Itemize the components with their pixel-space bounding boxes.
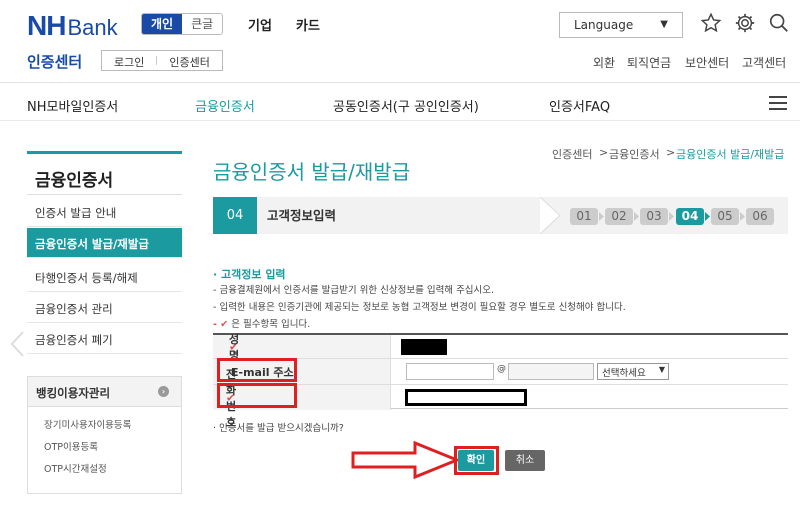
chevron-left-icon[interactable] [8,330,28,358]
issue-question: · 인증서를 발급 받으시겠습니까? [213,423,344,434]
box-link-dormant-register[interactable]: 장기미사용자이용등록 [28,415,181,437]
form-row-phone: ✔ 전화번호 [213,368,788,429]
segment-personal[interactable]: 개인 [142,14,183,34]
header-divider [0,82,800,83]
personal-largefont-toggle[interactable]: 개인 큰글 [141,13,224,35]
top-nav-corporate[interactable]: 기업 [248,15,272,34]
logo-nh-text: NH [27,10,66,41]
email-id-input[interactable] [406,363,494,380]
main-nav-cert-faq[interactable]: 인증서FAQ [549,96,610,115]
current-step-label: 고객정보입력 [267,208,337,223]
hamburger-menu-icon[interactable] [769,96,787,110]
email-domain-input[interactable] [508,363,594,380]
step-pill-04: 04 [676,208,704,225]
step-pill-02: 02 [605,208,633,225]
top-nav-card[interactable]: 카드 [296,15,320,34]
step-pill-06: 06 [746,208,774,225]
main-nav-joint-cert[interactable]: 공동인증서(구 공인인증서) [333,96,479,115]
step-pill-01: 01 [570,208,598,225]
step-pill-05: 05 [711,208,739,225]
left-menu-title: 금융인증서 [27,151,182,195]
required-note-text: 은 필수항목 입니다. [231,319,311,330]
phone-input[interactable] [408,392,524,403]
step-pill-03: 03 [640,208,668,225]
chevron-down-icon: ▼ [658,365,665,374]
language-select-value: Language [574,18,634,32]
breadcrumb-sep: > [599,146,609,159]
page-title: 금융인증서 발급/재발급 [213,160,411,184]
banking-user-box-title: 뱅킹이용자관리 [36,386,111,400]
cert-center-link[interactable]: 인증센터 [157,51,221,70]
left-menu-item-cert-revoke[interactable]: 금융인증서 폐기 [27,324,182,354]
nav-divider [0,120,800,121]
breadcrumb-sep: > [666,146,676,159]
box-link-otp-register[interactable]: OTP이용등록 [28,437,181,459]
required-check-icon: - ✔ [213,319,229,330]
logo-bank-text: Bank [67,15,118,40]
util-link-forex[interactable]: 외환 [593,54,615,71]
email-domain-select-value: 선택하세요 [602,368,646,379]
left-menu-item-other-bank-register[interactable]: 타행인증서 등록/해제 [27,262,182,292]
box-link-otp-time-reset[interactable]: OTP시간재설정 [28,459,181,481]
redacted-name-value [401,339,447,355]
chevron-right-icon [539,197,561,234]
chevron-down-icon: ▼ [660,19,668,30]
left-menu-item-issue-reissue[interactable]: 금융인증서 발급/재발급 [27,228,182,258]
red-arrow-icon [351,441,459,479]
section-title: · 고객정보 입력 [213,268,286,281]
nh-bank-logo[interactable]: NH Bank [27,10,118,42]
login-link[interactable]: 로그인 [102,51,156,70]
util-link-security[interactable]: 보안센터 [685,54,729,71]
login-links-box: 로그인 인증센터 [101,50,223,71]
cancel-button[interactable]: 취소 [505,450,545,471]
segment-large-font[interactable]: 큰글 [182,14,222,34]
main-nav-financial-cert[interactable]: 금융인증서 [195,96,255,115]
banking-user-box: 뱅킹이용자관리 › 장기미사용자이용등록 OTP이용등록 OTP시간재설정 [27,376,182,494]
form-row-email: E-mail 주소 @ 선택하세요 ▼ [213,359,788,385]
confirm-button[interactable]: 확인 [458,450,494,471]
expand-circle-icon[interactable]: › [158,386,169,397]
breadcrumb-current: 금융인증서 발급/재발급 [676,148,785,161]
util-link-customer[interactable]: 고객센터 [742,54,786,71]
cert-center-title[interactable]: 인증센터 [27,51,82,72]
search-icon[interactable] [768,12,790,34]
breadcrumb-financial-cert[interactable]: 금융인증서 [609,146,660,162]
form-row-name: ✔ 성명 [213,333,788,362]
email-domain-select[interactable]: 선택하세요 ▼ [597,363,669,380]
email-label-highlight [217,358,297,382]
language-select[interactable]: Language ▼ [559,12,683,38]
phone-label-highlight [217,383,297,408]
breadcrumb-home[interactable]: 인증센터 [552,146,592,162]
gear-icon[interactable] [734,12,756,34]
name-label-cell: ✔ 성명 [213,333,391,362]
left-menu-item-issue-guide[interactable]: 인증서 발급 안내 [27,197,182,227]
note-line-3: - ✔ 은 필수항목 입니다. [213,316,310,330]
note-line-2: - 입력한 내용은 인증기관에 제공되는 정보로 농협 고객정보 변경이 필요할… [213,302,626,313]
step-arrow-icon [669,212,674,221]
main-nav-nh-mobile-cert[interactable]: NH모바일인증서 [27,96,118,115]
note-line-1: - 금융결제원에서 인증서를 발급받기 위한 신상정보를 입력해 주십시오. [213,285,495,296]
star-icon[interactable] [700,12,722,34]
left-menu-item-cert-manage[interactable]: 금융인증서 관리 [27,293,182,323]
banking-user-box-header[interactable]: 뱅킹이용자관리 › [28,377,181,407]
customer-info-form: ✔ 성명 E-mail 주소 @ 선택하세요 ▼ ✔ 전화번호 [213,333,788,429]
util-link-pension[interactable]: 퇴직연금 [627,54,671,71]
email-at-sign: @ [497,364,506,374]
current-step-number: 04 [213,197,257,234]
